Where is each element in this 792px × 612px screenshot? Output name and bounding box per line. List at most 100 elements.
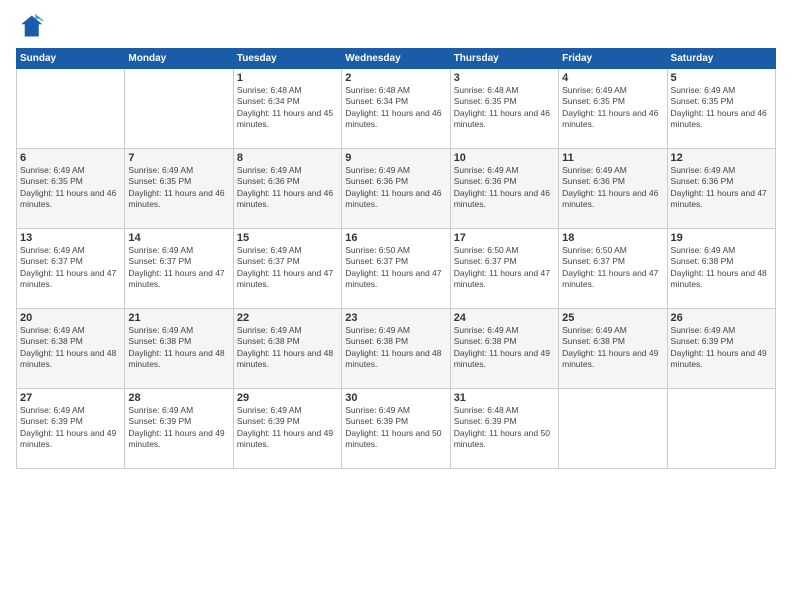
day-number: 8 bbox=[237, 152, 338, 164]
calendar-cell: 10Sunrise: 6:49 AM Sunset: 6:36 PM Dayli… bbox=[450, 149, 558, 229]
calendar-cell: 23Sunrise: 6:49 AM Sunset: 6:38 PM Dayli… bbox=[342, 309, 450, 389]
calendar-cell: 26Sunrise: 6:49 AM Sunset: 6:39 PM Dayli… bbox=[667, 309, 775, 389]
calendar-cell: 27Sunrise: 6:49 AM Sunset: 6:39 PM Dayli… bbox=[17, 389, 125, 469]
day-number: 22 bbox=[237, 312, 338, 324]
day-number: 24 bbox=[454, 312, 555, 324]
day-number: 9 bbox=[345, 152, 446, 164]
day-number: 1 bbox=[237, 72, 338, 84]
day-info: Sunrise: 6:49 AM Sunset: 6:38 PM Dayligh… bbox=[671, 245, 772, 291]
day-number: 16 bbox=[345, 232, 446, 244]
day-info: Sunrise: 6:48 AM Sunset: 6:39 PM Dayligh… bbox=[454, 405, 555, 451]
day-info: Sunrise: 6:50 AM Sunset: 6:37 PM Dayligh… bbox=[454, 245, 555, 291]
calendar-cell bbox=[17, 69, 125, 149]
day-number: 23 bbox=[345, 312, 446, 324]
day-number: 27 bbox=[20, 392, 121, 404]
day-number: 26 bbox=[671, 312, 772, 324]
day-number: 12 bbox=[671, 152, 772, 164]
day-number: 29 bbox=[237, 392, 338, 404]
day-info: Sunrise: 6:49 AM Sunset: 6:35 PM Dayligh… bbox=[20, 165, 121, 211]
day-number: 14 bbox=[128, 232, 229, 244]
day-info: Sunrise: 6:49 AM Sunset: 6:35 PM Dayligh… bbox=[671, 85, 772, 131]
day-number: 31 bbox=[454, 392, 555, 404]
day-number: 28 bbox=[128, 392, 229, 404]
week-row-5: 27Sunrise: 6:49 AM Sunset: 6:39 PM Dayli… bbox=[17, 389, 776, 469]
day-info: Sunrise: 6:49 AM Sunset: 6:36 PM Dayligh… bbox=[237, 165, 338, 211]
calendar-cell: 9Sunrise: 6:49 AM Sunset: 6:36 PM Daylig… bbox=[342, 149, 450, 229]
week-row-2: 6Sunrise: 6:49 AM Sunset: 6:35 PM Daylig… bbox=[17, 149, 776, 229]
calendar-cell bbox=[125, 69, 233, 149]
day-info: Sunrise: 6:49 AM Sunset: 6:39 PM Dayligh… bbox=[237, 405, 338, 451]
header-day-saturday: Saturday bbox=[667, 49, 775, 69]
calendar-cell: 3Sunrise: 6:48 AM Sunset: 6:35 PM Daylig… bbox=[450, 69, 558, 149]
day-info: Sunrise: 6:49 AM Sunset: 6:38 PM Dayligh… bbox=[345, 325, 446, 371]
day-info: Sunrise: 6:50 AM Sunset: 6:37 PM Dayligh… bbox=[345, 245, 446, 291]
day-info: Sunrise: 6:48 AM Sunset: 6:34 PM Dayligh… bbox=[345, 85, 446, 131]
header-day-friday: Friday bbox=[559, 49, 667, 69]
day-info: Sunrise: 6:48 AM Sunset: 6:35 PM Dayligh… bbox=[454, 85, 555, 131]
week-row-4: 20 Sunrise: 6:49 AM Sunset: 6:38 PM Dayli… bbox=[17, 309, 776, 389]
calendar-cell: 6Sunrise: 6:49 AM Sunset: 6:35 PM Daylig… bbox=[17, 149, 125, 229]
day-info: Sunrise: 6:49 AM Sunset: 6:36 PM Dayligh… bbox=[345, 165, 446, 211]
day-number: 4 bbox=[562, 72, 663, 84]
day-info: Sunrise: 6:49 AM Sunset: 6:36 PM Dayligh… bbox=[454, 165, 555, 211]
day-info: Sunrise: 6:49 AM Sunset: 6:37 PM Dayligh… bbox=[128, 245, 229, 291]
day-number: 7 bbox=[128, 152, 229, 164]
calendar-cell: 28Sunrise: 6:49 AM Sunset: 6:39 PM Dayli… bbox=[125, 389, 233, 469]
calendar-cell: 4Sunrise: 6:49 AM Sunset: 6:35 PM Daylig… bbox=[559, 69, 667, 149]
day-info: Sunrise: 6:49 AM Sunset: 6:37 PM Dayligh… bbox=[237, 245, 338, 291]
week-row-3: 13Sunrise: 6:49 AM Sunset: 6:37 PM Dayli… bbox=[17, 229, 776, 309]
calendar-cell: 12Sunrise: 6:49 AM Sunset: 6:36 PM Dayli… bbox=[667, 149, 775, 229]
day-info: Sunrise: 6:49 AM Sunset: 6:36 PM Dayligh… bbox=[562, 165, 663, 211]
day-info: Sunrise: 6:49 AM Sunset: 6:38 PM Dayligh… bbox=[237, 325, 338, 371]
calendar-cell: 21Sunrise: 6:49 AM Sunset: 6:38 PM Dayli… bbox=[125, 309, 233, 389]
calendar-cell: 22Sunrise: 6:49 AM Sunset: 6:38 PM Dayli… bbox=[233, 309, 341, 389]
calendar-cell: 19Sunrise: 6:49 AM Sunset: 6:38 PM Dayli… bbox=[667, 229, 775, 309]
header bbox=[16, 12, 776, 40]
calendar-cell: 11Sunrise: 6:49 AM Sunset: 6:36 PM Dayli… bbox=[559, 149, 667, 229]
calendar-table: SundayMondayTuesdayWednesdayThursdayFrid… bbox=[16, 48, 776, 469]
week-row-1: 1Sunrise: 6:48 AM Sunset: 6:34 PM Daylig… bbox=[17, 69, 776, 149]
day-number: 3 bbox=[454, 72, 555, 84]
calendar-header: SundayMondayTuesdayWednesdayThursdayFrid… bbox=[17, 49, 776, 69]
calendar-cell: 24Sunrise: 6:49 AM Sunset: 6:38 PM Dayli… bbox=[450, 309, 558, 389]
day-info: Sunrise: 6:48 AM Sunset: 6:34 PM Dayligh… bbox=[237, 85, 338, 131]
day-info: Sunrise: 6:49 AM Sunset: 6:39 PM Dayligh… bbox=[20, 405, 121, 451]
day-number: 5 bbox=[671, 72, 772, 84]
day-number: 19 bbox=[671, 232, 772, 244]
day-number: 6 bbox=[20, 152, 121, 164]
header-day-monday: Monday bbox=[125, 49, 233, 69]
day-info: Sunrise: 6:49 AM Sunset: 6:35 PM Dayligh… bbox=[128, 165, 229, 211]
day-info: Sunrise: 6:49 AM Sunset: 6:36 PM Dayligh… bbox=[671, 165, 772, 211]
calendar-cell: 1Sunrise: 6:48 AM Sunset: 6:34 PM Daylig… bbox=[233, 69, 341, 149]
day-info: Sunrise: 6:49 AM Sunset: 6:38 PM Dayligh… bbox=[562, 325, 663, 371]
day-info: Sunrise: 6:49 AM Sunset: 6:39 PM Dayligh… bbox=[345, 405, 446, 451]
calendar-cell: 13Sunrise: 6:49 AM Sunset: 6:37 PM Dayli… bbox=[17, 229, 125, 309]
day-info: Sunrise: 6:49 AM Sunset: 6:38 PM Dayligh… bbox=[128, 325, 229, 371]
day-number: 18 bbox=[562, 232, 663, 244]
calendar-cell: 2Sunrise: 6:48 AM Sunset: 6:34 PM Daylig… bbox=[342, 69, 450, 149]
day-number: 17 bbox=[454, 232, 555, 244]
day-number: 10 bbox=[454, 152, 555, 164]
day-info: Sunrise: 6:49 AM Sunset: 6:37 PM Dayligh… bbox=[20, 245, 121, 291]
day-number: 13 bbox=[20, 232, 121, 244]
day-info: Sunrise: 6:49 AM Sunset: 6:39 PM Dayligh… bbox=[128, 405, 229, 451]
day-info: Sunrise: 6:49 AM Sunset: 6:38 PM Dayligh… bbox=[454, 325, 555, 371]
calendar-cell: 8Sunrise: 6:49 AM Sunset: 6:36 PM Daylig… bbox=[233, 149, 341, 229]
day-number: 30 bbox=[345, 392, 446, 404]
calendar-cell bbox=[667, 389, 775, 469]
calendar-cell: 30Sunrise: 6:49 AM Sunset: 6:39 PM Dayli… bbox=[342, 389, 450, 469]
day-number: 25 bbox=[562, 312, 663, 324]
header-day-sunday: Sunday bbox=[17, 49, 125, 69]
calendar-cell: 31Sunrise: 6:48 AM Sunset: 6:39 PM Dayli… bbox=[450, 389, 558, 469]
calendar-cell: 5Sunrise: 6:49 AM Sunset: 6:35 PM Daylig… bbox=[667, 69, 775, 149]
header-row: SundayMondayTuesdayWednesdayThursdayFrid… bbox=[17, 49, 776, 69]
calendar-cell: 16Sunrise: 6:50 AM Sunset: 6:37 PM Dayli… bbox=[342, 229, 450, 309]
day-number: 11 bbox=[562, 152, 663, 164]
header-day-tuesday: Tuesday bbox=[233, 49, 341, 69]
day-number: 20 bbox=[20, 312, 121, 324]
calendar-cell bbox=[559, 389, 667, 469]
calendar-cell: 7Sunrise: 6:49 AM Sunset: 6:35 PM Daylig… bbox=[125, 149, 233, 229]
day-number: 15 bbox=[237, 232, 338, 244]
header-day-wednesday: Wednesday bbox=[342, 49, 450, 69]
page: SundayMondayTuesdayWednesdayThursdayFrid… bbox=[0, 0, 792, 612]
